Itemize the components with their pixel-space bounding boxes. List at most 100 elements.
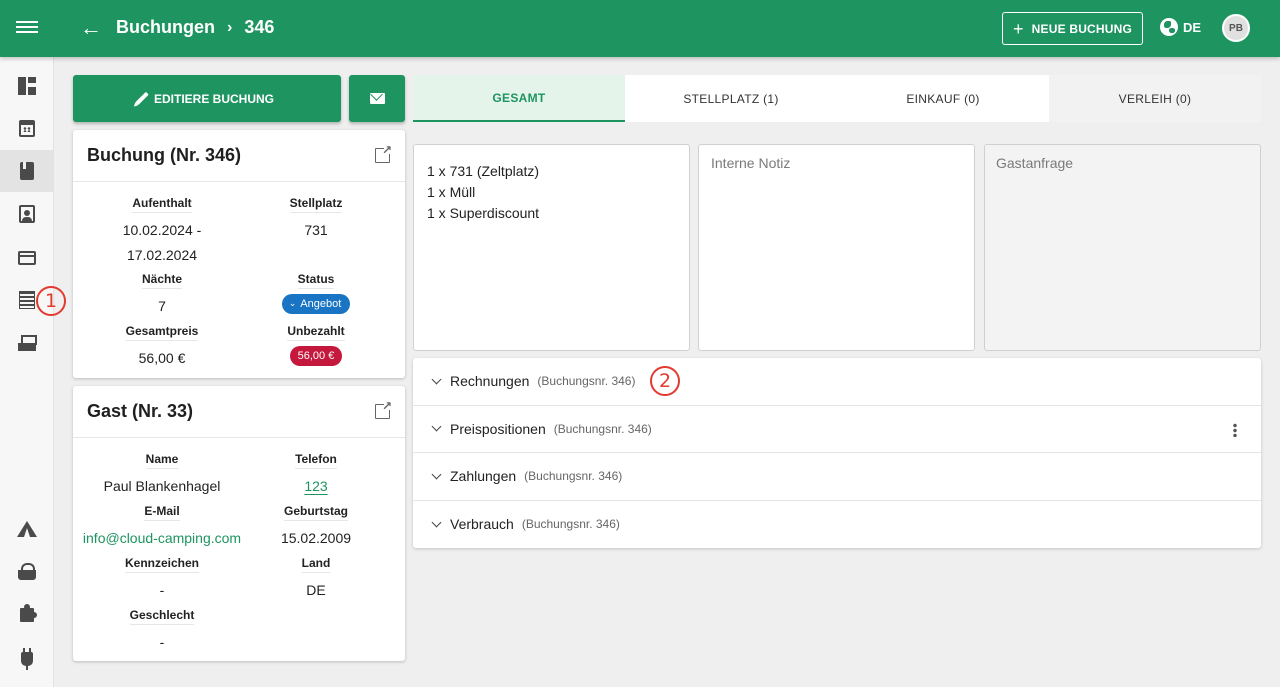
guest-request-field[interactable]: Gastanfrage: [984, 144, 1261, 351]
dashboard-icon: [18, 77, 36, 95]
menu-icon[interactable]: [16, 18, 38, 38]
annotation-marker-2: 2: [650, 366, 680, 396]
chevron-right-icon: ›: [227, 18, 233, 36]
accordion-price-items[interactable]: Preispositionen (Buchungsnr. 346): [413, 406, 1261, 453]
unpaid-label: Unbezahlt: [287, 324, 345, 341]
total-label: Gesamtpreis: [125, 324, 199, 341]
accordion-subtitle: (Buchungsnr. 346): [521, 517, 620, 532]
booked-item: 1 x Superdiscount: [427, 205, 540, 221]
email-link[interactable]: info@cloud-camping.com: [69, 526, 255, 551]
email-label: E-Mail: [144, 504, 180, 521]
tab-gesamt[interactable]: GESAMT: [413, 75, 625, 122]
tab-bar: GESAMT STELLPLATZ (1) EINKAUF (0) VERLEI…: [413, 75, 1261, 122]
email-button[interactable]: [349, 75, 405, 122]
chevron-down-icon: [431, 517, 442, 528]
email-field: E-Mail info@cloud-camping.com: [69, 502, 255, 551]
total-field: Gesamtpreis 56,00 €: [87, 322, 237, 371]
sidebar-item-shop[interactable]: [0, 551, 54, 593]
booked-items-box: 1 x 731 (Zeltplatz) 1 x Müll 1 x Superdi…: [413, 144, 690, 351]
globe-icon: [1160, 18, 1178, 36]
booked-item: 1 x 731 (Zeltplatz): [427, 163, 540, 179]
birthday-value: 15.02.2009: [280, 530, 352, 546]
breadcrumb: Buchungen › 346: [116, 17, 274, 38]
guest-card-title: Gast (Nr. 33): [87, 401, 194, 421]
nights-field: Nächte 7: [87, 270, 237, 319]
name-label: Name: [145, 452, 179, 469]
sidebar-item-payments[interactable]: [0, 236, 54, 278]
sidebar-item-bookings[interactable]: [0, 150, 54, 192]
contact-icon: [19, 205, 35, 223]
breadcrumb-root[interactable]: Buchungen: [116, 17, 215, 38]
status-field: Status ⌄ Angebot: [241, 270, 391, 314]
chevron-down-icon: [431, 469, 442, 480]
status-badge[interactable]: ⌄ Angebot: [281, 294, 351, 314]
booked-item: 1 x Müll: [427, 184, 476, 200]
birthday-field: Geburtstag 15.02.2009: [241, 502, 391, 551]
sidebar-item-extensions[interactable]: [0, 594, 54, 636]
chevron-down-icon: [431, 374, 442, 385]
chevron-down-icon: [431, 421, 442, 432]
guest-card: Gast (Nr. 33) Name Paul Blankenhagel Tel…: [73, 386, 405, 661]
back-arrow-icon[interactable]: ←: [80, 17, 102, 39]
accordion-consumption[interactable]: Verbrauch (Buchungsnr. 346): [413, 501, 1261, 549]
accordion-title: Zahlungen: [450, 468, 517, 485]
plus-icon: +: [1012, 18, 1024, 39]
plate-field: Kennzeichen -: [87, 554, 237, 603]
annotation-marker-1: 1: [36, 286, 66, 316]
sidebar-item-camping[interactable]: [0, 508, 54, 550]
sidebar-item-power[interactable]: [0, 637, 54, 679]
sidebar: [0, 57, 54, 687]
phone-link[interactable]: 123: [241, 474, 391, 499]
accordion-payments[interactable]: Zahlungen (Buchungsnr. 346): [413, 453, 1261, 501]
sidebar-item-guests[interactable]: [0, 193, 54, 235]
pitch-field: Stellplatz 731: [241, 194, 391, 243]
stay-value: 10.02.2024 - 17.02.2024: [122, 222, 202, 263]
more-vert-icon[interactable]: [1233, 422, 1237, 437]
pencil-icon: [135, 91, 149, 106]
status-label: Status: [297, 272, 335, 289]
phone-field: Telefon 123: [241, 450, 391, 499]
new-booking-button[interactable]: + NEUE BUCHUNG: [1002, 12, 1143, 45]
new-booking-label: NEUE BUCHUNG: [1031, 21, 1133, 36]
puzzle-icon: [20, 604, 37, 622]
credit-card-icon: [18, 251, 36, 265]
sidebar-item-calendar[interactable]: [0, 107, 54, 149]
name-value: Paul Blankenhagel: [103, 478, 221, 494]
tab-verleih[interactable]: VERLEIH (0): [1049, 75, 1261, 122]
tent-icon: [17, 521, 37, 537]
booking-card-title: Buchung (Nr. 346): [87, 145, 242, 165]
status-badge-text: Angebot: [300, 298, 342, 310]
edit-booking-button[interactable]: EDITIERE BUCHUNG: [73, 75, 341, 122]
birthday-label: Geburtstag: [283, 504, 348, 521]
mail-icon: [369, 93, 385, 104]
chevron-down-icon: ⌄: [288, 299, 297, 309]
avatar[interactable]: PB: [1222, 14, 1250, 42]
language-label: DE: [1183, 19, 1202, 35]
stay-label: Aufenthalt: [132, 196, 192, 213]
tab-einkauf[interactable]: EINKAUF (0): [837, 75, 1049, 122]
open-in-new-icon[interactable]: [375, 143, 392, 163]
guest-card-header: Gast (Nr. 33): [73, 386, 405, 438]
country-label: Land: [301, 556, 331, 573]
accordion-title: Verbrauch: [450, 516, 514, 533]
sidebar-item-dashboard[interactable]: [0, 65, 54, 107]
plug-icon: [21, 648, 33, 670]
booking-card-header: Buchung (Nr. 346): [73, 130, 405, 182]
language-selector[interactable]: DE: [1160, 18, 1201, 36]
plate-label: Kennzeichen: [124, 556, 199, 573]
phone-label: Telefon: [295, 452, 337, 469]
total-value: 56,00 €: [138, 350, 186, 366]
accordion-title: Rechnungen: [450, 373, 530, 390]
sidebar-item-register[interactable]: [0, 322, 54, 364]
accordion-subtitle: (Buchungsnr. 346): [553, 421, 652, 436]
tab-stellplatz[interactable]: STELLPLATZ (1): [625, 75, 837, 122]
gender-label: Geschlecht: [129, 608, 195, 625]
accordion-invoices[interactable]: Rechnungen (Buchungsnr. 346): [413, 358, 1261, 406]
pitch-value: 731: [304, 222, 328, 238]
gender-value: -: [159, 634, 165, 650]
gender-field: Geschlecht -: [87, 606, 237, 655]
country-value: DE: [306, 582, 326, 598]
internal-note-field[interactable]: Interne Notiz: [698, 144, 975, 351]
open-in-new-icon[interactable]: [375, 399, 392, 419]
unpaid-field: Unbezahlt 56,00 €: [241, 322, 391, 366]
